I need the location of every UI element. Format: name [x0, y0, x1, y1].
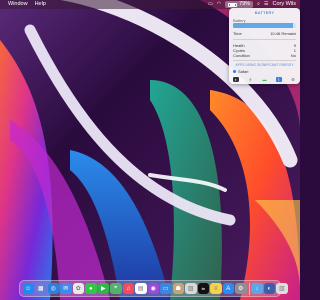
charge-bar-fill	[233, 23, 294, 28]
time-value: 10:46 Remaini	[270, 31, 296, 36]
popover-toolbar: ◐ ⏚ ▬ ᛒ ⚙	[233, 77, 296, 82]
energy-app-name: Safari	[238, 69, 249, 74]
dock-icon-label: tv	[201, 286, 205, 291]
wifi-icon[interactable]: ◠	[217, 0, 221, 9]
time-row: Time 10:46 Remaini	[233, 31, 296, 36]
appstore-icon[interactable]: A	[222, 282, 234, 295]
podcasts-icon[interactable]: ◉	[147, 282, 159, 295]
charge-bar	[233, 23, 296, 28]
battery-icon	[228, 2, 238, 7]
dark-mode-icon[interactable]: ◐	[233, 77, 239, 82]
contacts-icon[interactable]: ☗	[172, 282, 184, 295]
usb-icon[interactable]: ⏚	[247, 77, 253, 82]
downloads-folder-icon[interactable]: ↓	[251, 282, 263, 295]
system-preferences-icon[interactable]: ⚙	[235, 282, 247, 295]
menu-help[interactable]: Help	[35, 0, 46, 9]
condition-row: Condition No	[233, 53, 296, 58]
notes-icon[interactable]: ≡	[210, 282, 222, 295]
messages-icon[interactable]: ●	[85, 282, 97, 295]
battery-percent: 79%	[239, 1, 251, 7]
facetime-icon[interactable]: ▶	[97, 282, 109, 295]
music-icon[interactable]: ♫	[122, 282, 134, 295]
calendar-icon[interactable]: ▤	[135, 282, 147, 295]
divider	[233, 60, 296, 61]
screen-mirroring-icon[interactable]: ▭	[208, 0, 213, 9]
menu-window[interactable]: Window	[8, 0, 28, 9]
settings-icon[interactable]: ⚙	[290, 77, 296, 82]
mail-icon[interactable]: ✉	[60, 282, 72, 295]
divider	[233, 39, 296, 40]
safari-small-icon	[233, 70, 236, 73]
dock-separator	[248, 282, 250, 295]
battery-green-icon[interactable]: ▬	[262, 77, 268, 82]
maps-icon[interactable]: ⌖	[110, 282, 122, 295]
bluetooth-icon[interactable]: ᛒ	[275, 77, 282, 82]
time-label: Time	[233, 31, 242, 36]
trash-icon[interactable]: ▥	[276, 282, 288, 295]
energy-app-safari[interactable]: Safari	[233, 69, 248, 74]
screensaver-icon[interactable]: ◐	[263, 282, 276, 295]
launchpad-icon[interactable]: ▦	[35, 282, 47, 295]
dock: ☺ ▦ ◎ ✉ ✿ ● ▶ ⌖ ♫ ▤ ◉ ▭ ☗ ▧ tv ≡ A ⚙ ↓ ◐ ▥	[19, 280, 288, 297]
popover-title: BATTERY	[254, 11, 275, 15]
photos-icon[interactable]: ✿	[72, 282, 84, 295]
condition-value: No	[290, 53, 296, 58]
condition-label: Condition	[233, 53, 250, 58]
safari-icon[interactable]: ◎	[47, 282, 59, 295]
battery-menu-button[interactable]: 79%	[225, 1, 254, 8]
significant-energy-link[interactable]: APPS USING SIGNIFICANT ENERGY	[229, 63, 300, 67]
finder-icon[interactable]: ☺	[22, 282, 34, 295]
appletv-icon[interactable]: tv	[197, 282, 209, 295]
preview-icon[interactable]: ▧	[185, 282, 197, 295]
keynote-icon[interactable]: ▭	[160, 282, 172, 295]
battery-popover: BATTERY Battery Time 10:46 Remaini Healt…	[229, 8, 300, 84]
